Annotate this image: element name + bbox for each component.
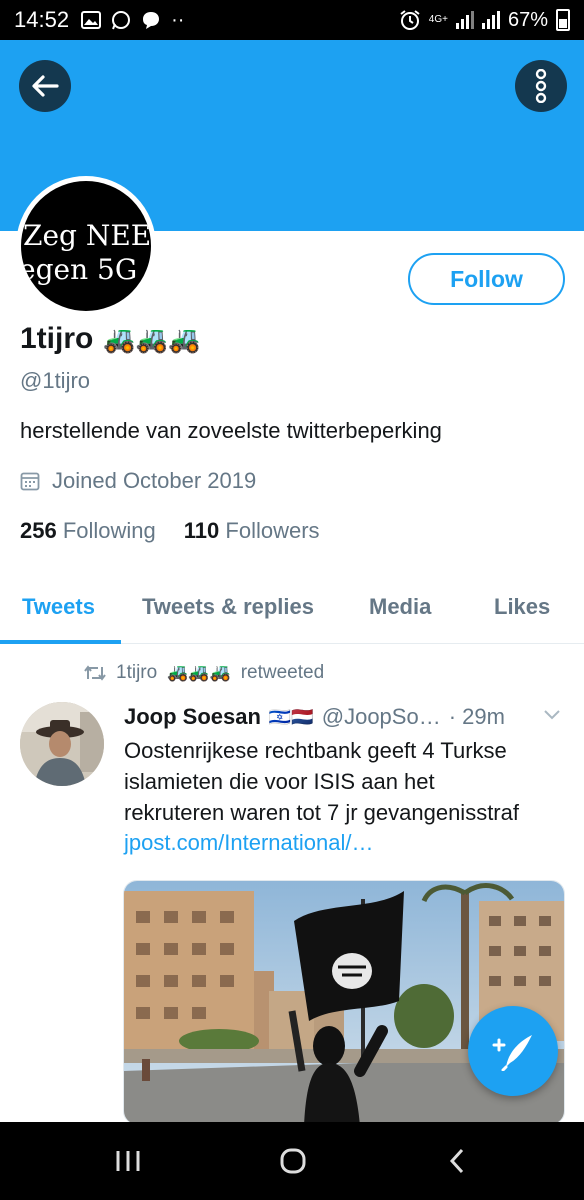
followers-label: Followers <box>225 518 320 543</box>
tab-likes[interactable]: Likes <box>494 594 550 620</box>
display-name: 1tijro 🚜🚜🚜 <box>20 322 200 356</box>
whatsapp-notification-icon <box>112 11 131 30</box>
retweeted-label: retweeted <box>240 662 325 683</box>
tab-tweets[interactable]: Tweets <box>22 594 95 620</box>
tab-tweets-replies[interactable]: Tweets & replies <box>142 594 314 620</box>
avatar-text-line1: Zeg NEE <box>23 219 152 252</box>
back-button[interactable] <box>19 60 71 112</box>
system-nav-bar <box>0 1122 584 1200</box>
compose-tweet-icon <box>492 1035 532 1071</box>
profile-tabs: Tweets Tweets & replies Media Likes <box>0 580 584 644</box>
chat-notification-icon <box>143 12 160 29</box>
signal-icon-2 <box>481 11 500 29</box>
alarm-icon <box>400 10 420 30</box>
chevron-down-icon <box>544 710 560 720</box>
status-bar: 14:52 ·· 4G+ 67% <box>0 0 584 40</box>
following-label: Following <box>62 518 156 543</box>
tweet-author-name[interactable]: Joop Soesan <box>124 704 261 730</box>
followers-link[interactable]: 110 Followers <box>184 518 320 544</box>
battery-icon <box>556 9 570 31</box>
retweeted-by: 1tijro <box>116 662 158 683</box>
tweet-text-line: rekruteren waren tot 7 jr gevangenisstra… <box>124 800 519 825</box>
gallery-notification-icon <box>81 11 102 29</box>
tweet-header: Joop Soesan 🇮🇱🇳🇱 @JoopSo… · 29m <box>124 704 505 730</box>
follow-button[interactable]: Follow <box>408 253 565 305</box>
tweet-link[interactable]: jpost.com/International/… <box>124 830 373 856</box>
status-time: 14:52 <box>14 7 70 32</box>
retweet-context[interactable]: 1tijro 🚜🚜🚜 retweeted <box>84 662 324 684</box>
calendar-icon <box>20 472 40 491</box>
following-link[interactable]: 256 Following <box>20 518 156 544</box>
followers-count: 110 <box>183 518 220 543</box>
joined-text: Joined October 2019 <box>52 468 257 493</box>
back-chevron-icon <box>449 1148 464 1174</box>
tab-media[interactable]: Media <box>369 594 431 620</box>
recent-apps-icon <box>116 1151 140 1171</box>
profile-avatar[interactable]: Zeg NEE egen 5G <box>16 176 156 316</box>
avatar-text-line2: egen 5G <box>19 253 138 286</box>
home-button[interactable] <box>273 1144 313 1178</box>
tweet-text-line: Oostenrijkese rechtbank geeft 4 Turkse <box>124 738 507 763</box>
battery-percent: 67% <box>507 8 548 31</box>
author-photo <box>20 702 104 786</box>
active-tab-indicator <box>0 640 121 644</box>
tweet-menu-button[interactable] <box>543 708 561 726</box>
back-nav-button[interactable] <box>437 1144 477 1178</box>
author-flags: 🇮🇱🇳🇱 <box>268 706 314 727</box>
profile-handle: @1tijro <box>20 368 91 393</box>
network-type: 4G+ <box>428 14 448 25</box>
retweeted-emoji: 🚜🚜🚜 <box>167 663 231 682</box>
tractor-emoji: 🚜🚜🚜 <box>103 323 201 354</box>
follow-stats: 256 Following 110 Followers <box>20 518 320 544</box>
profile-bio: herstellende van zoveelste twitterbeperk… <box>20 418 442 443</box>
tweet-author-handle[interactable]: @JoopSo… <box>322 704 441 730</box>
recent-apps-button[interactable] <box>108 1144 148 1178</box>
tweet-author-avatar[interactable] <box>20 702 104 786</box>
arrow-left-icon <box>32 75 59 97</box>
signal-icon <box>455 11 474 29</box>
tweet-time: · 29m <box>448 704 505 729</box>
more-options-button[interactable] <box>515 60 567 112</box>
display-name-text: 1tijro <box>20 322 94 355</box>
joined-date: Joined October 2019 <box>20 468 256 494</box>
home-icon <box>280 1148 306 1174</box>
retweet-icon <box>84 665 106 681</box>
tweet-text-line: islamieten die voor ISIS aan het <box>124 769 435 794</box>
status-dots: ·· <box>171 8 185 31</box>
tweet-text: Oostenrijkese rechtbank geeft 4 Turkse i… <box>124 735 569 828</box>
more-vertical-icon <box>535 69 547 103</box>
following-count: 256 <box>20 518 57 543</box>
compose-tweet-button[interactable] <box>468 1006 558 1096</box>
